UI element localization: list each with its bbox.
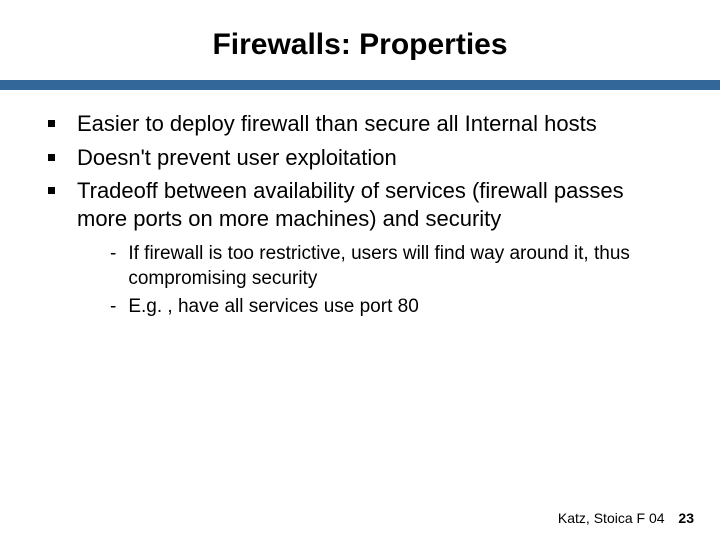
square-bullet-icon: [48, 154, 55, 161]
sub-bullet-text: E.g. , have all services use port 80: [128, 295, 418, 320]
footer-credit: Katz, Stoica F 04: [558, 510, 665, 526]
bullet-text: Easier to deploy firewall than secure al…: [77, 110, 597, 138]
list-item: - If firewall is too restrictive, users …: [110, 242, 672, 291]
dash-bullet-icon: -: [110, 295, 116, 320]
bullet-text: Doesn't prevent user exploitation: [77, 144, 397, 172]
square-bullet-icon: [48, 187, 55, 194]
list-item: Easier to deploy firewall than secure al…: [48, 110, 672, 138]
list-item: - E.g. , have all services use port 80: [110, 295, 672, 320]
slide-title: Firewalls: Properties: [0, 0, 720, 80]
page-number: 23: [678, 510, 694, 526]
dash-bullet-icon: -: [110, 242, 116, 267]
content-area: Easier to deploy firewall than secure al…: [0, 90, 720, 320]
list-item: Doesn't prevent user exploitation: [48, 144, 672, 172]
footer: Katz, Stoica F 04 23: [558, 510, 694, 526]
sub-bullet-text: If firewall is too restrictive, users wi…: [128, 242, 672, 291]
list-item: Tradeoff between availability of service…: [48, 177, 672, 232]
main-bullet-list: Easier to deploy firewall than secure al…: [48, 110, 672, 232]
sub-bullet-list: - If firewall is too restrictive, users …: [48, 242, 672, 320]
slide: Firewalls: Properties Easier to deploy f…: [0, 0, 720, 540]
divider-bar: [0, 80, 720, 90]
square-bullet-icon: [48, 120, 55, 127]
bullet-text: Tradeoff between availability of service…: [77, 177, 672, 232]
